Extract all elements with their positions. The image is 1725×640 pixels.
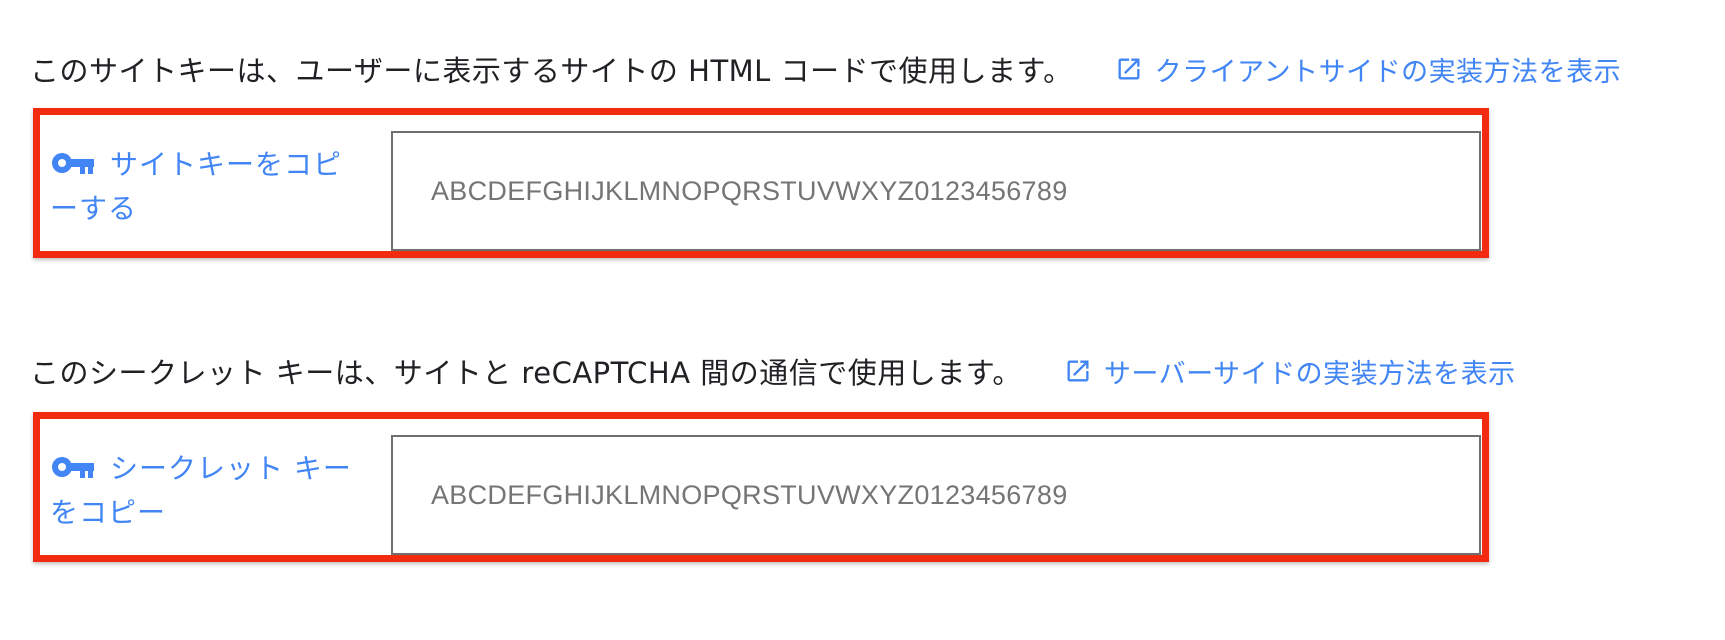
secret-key-description: このシークレット キーは、サイトと reCAPTCHA 間の通信で使用します。 bbox=[30, 356, 1022, 390]
secret-key-panel: シークレット キーをコピー ABCDEFGHIJKLMNOPQRSTUVWXYZ… bbox=[33, 412, 1489, 562]
client-side-implementation-link[interactable]: クライアントサイドの実装方法を表示 bbox=[1115, 50, 1621, 89]
secret-key-field[interactable]: ABCDEFGHIJKLMNOPQRSTUVWXYZ0123456789 bbox=[391, 435, 1481, 555]
secret-key-value: ABCDEFGHIJKLMNOPQRSTUVWXYZ0123456789 bbox=[431, 479, 1068, 510]
key-icon bbox=[52, 457, 94, 478]
key-icon bbox=[52, 153, 94, 174]
copy-secret-key-button[interactable]: シークレット キーをコピー bbox=[50, 447, 360, 535]
site-key-field[interactable]: ABCDEFGHIJKLMNOPQRSTUVWXYZ0123456789 bbox=[391, 131, 1481, 251]
secret-key-description-row: このシークレット キーは、サイトと reCAPTCHA 間の通信で使用します。 … bbox=[30, 350, 1516, 392]
server-side-implementation-link[interactable]: サーバーサイドの実装方法を表示 bbox=[1064, 352, 1516, 391]
open-in-new-icon bbox=[1067, 360, 1089, 382]
copy-site-key-button[interactable]: サイトキーをコピーする bbox=[50, 143, 360, 231]
client-side-implementation-link-label: クライアントサイドの実装方法を表示 bbox=[1154, 56, 1622, 88]
server-side-implementation-link-label: サーバーサイドの実装方法を表示 bbox=[1103, 358, 1516, 390]
site-key-description: このサイトキーは、ユーザーに表示するサイトの HTML コードで使用します。 bbox=[30, 54, 1073, 88]
open-in-new-icon bbox=[1118, 58, 1140, 80]
site-key-description-row: このサイトキーは、ユーザーに表示するサイトの HTML コードで使用します。 ク… bbox=[30, 48, 1621, 90]
site-key-panel: サイトキーをコピーする ABCDEFGHIJKLMNOPQRSTUVWXYZ01… bbox=[33, 108, 1489, 258]
site-key-value: ABCDEFGHIJKLMNOPQRSTUVWXYZ0123456789 bbox=[431, 175, 1068, 206]
